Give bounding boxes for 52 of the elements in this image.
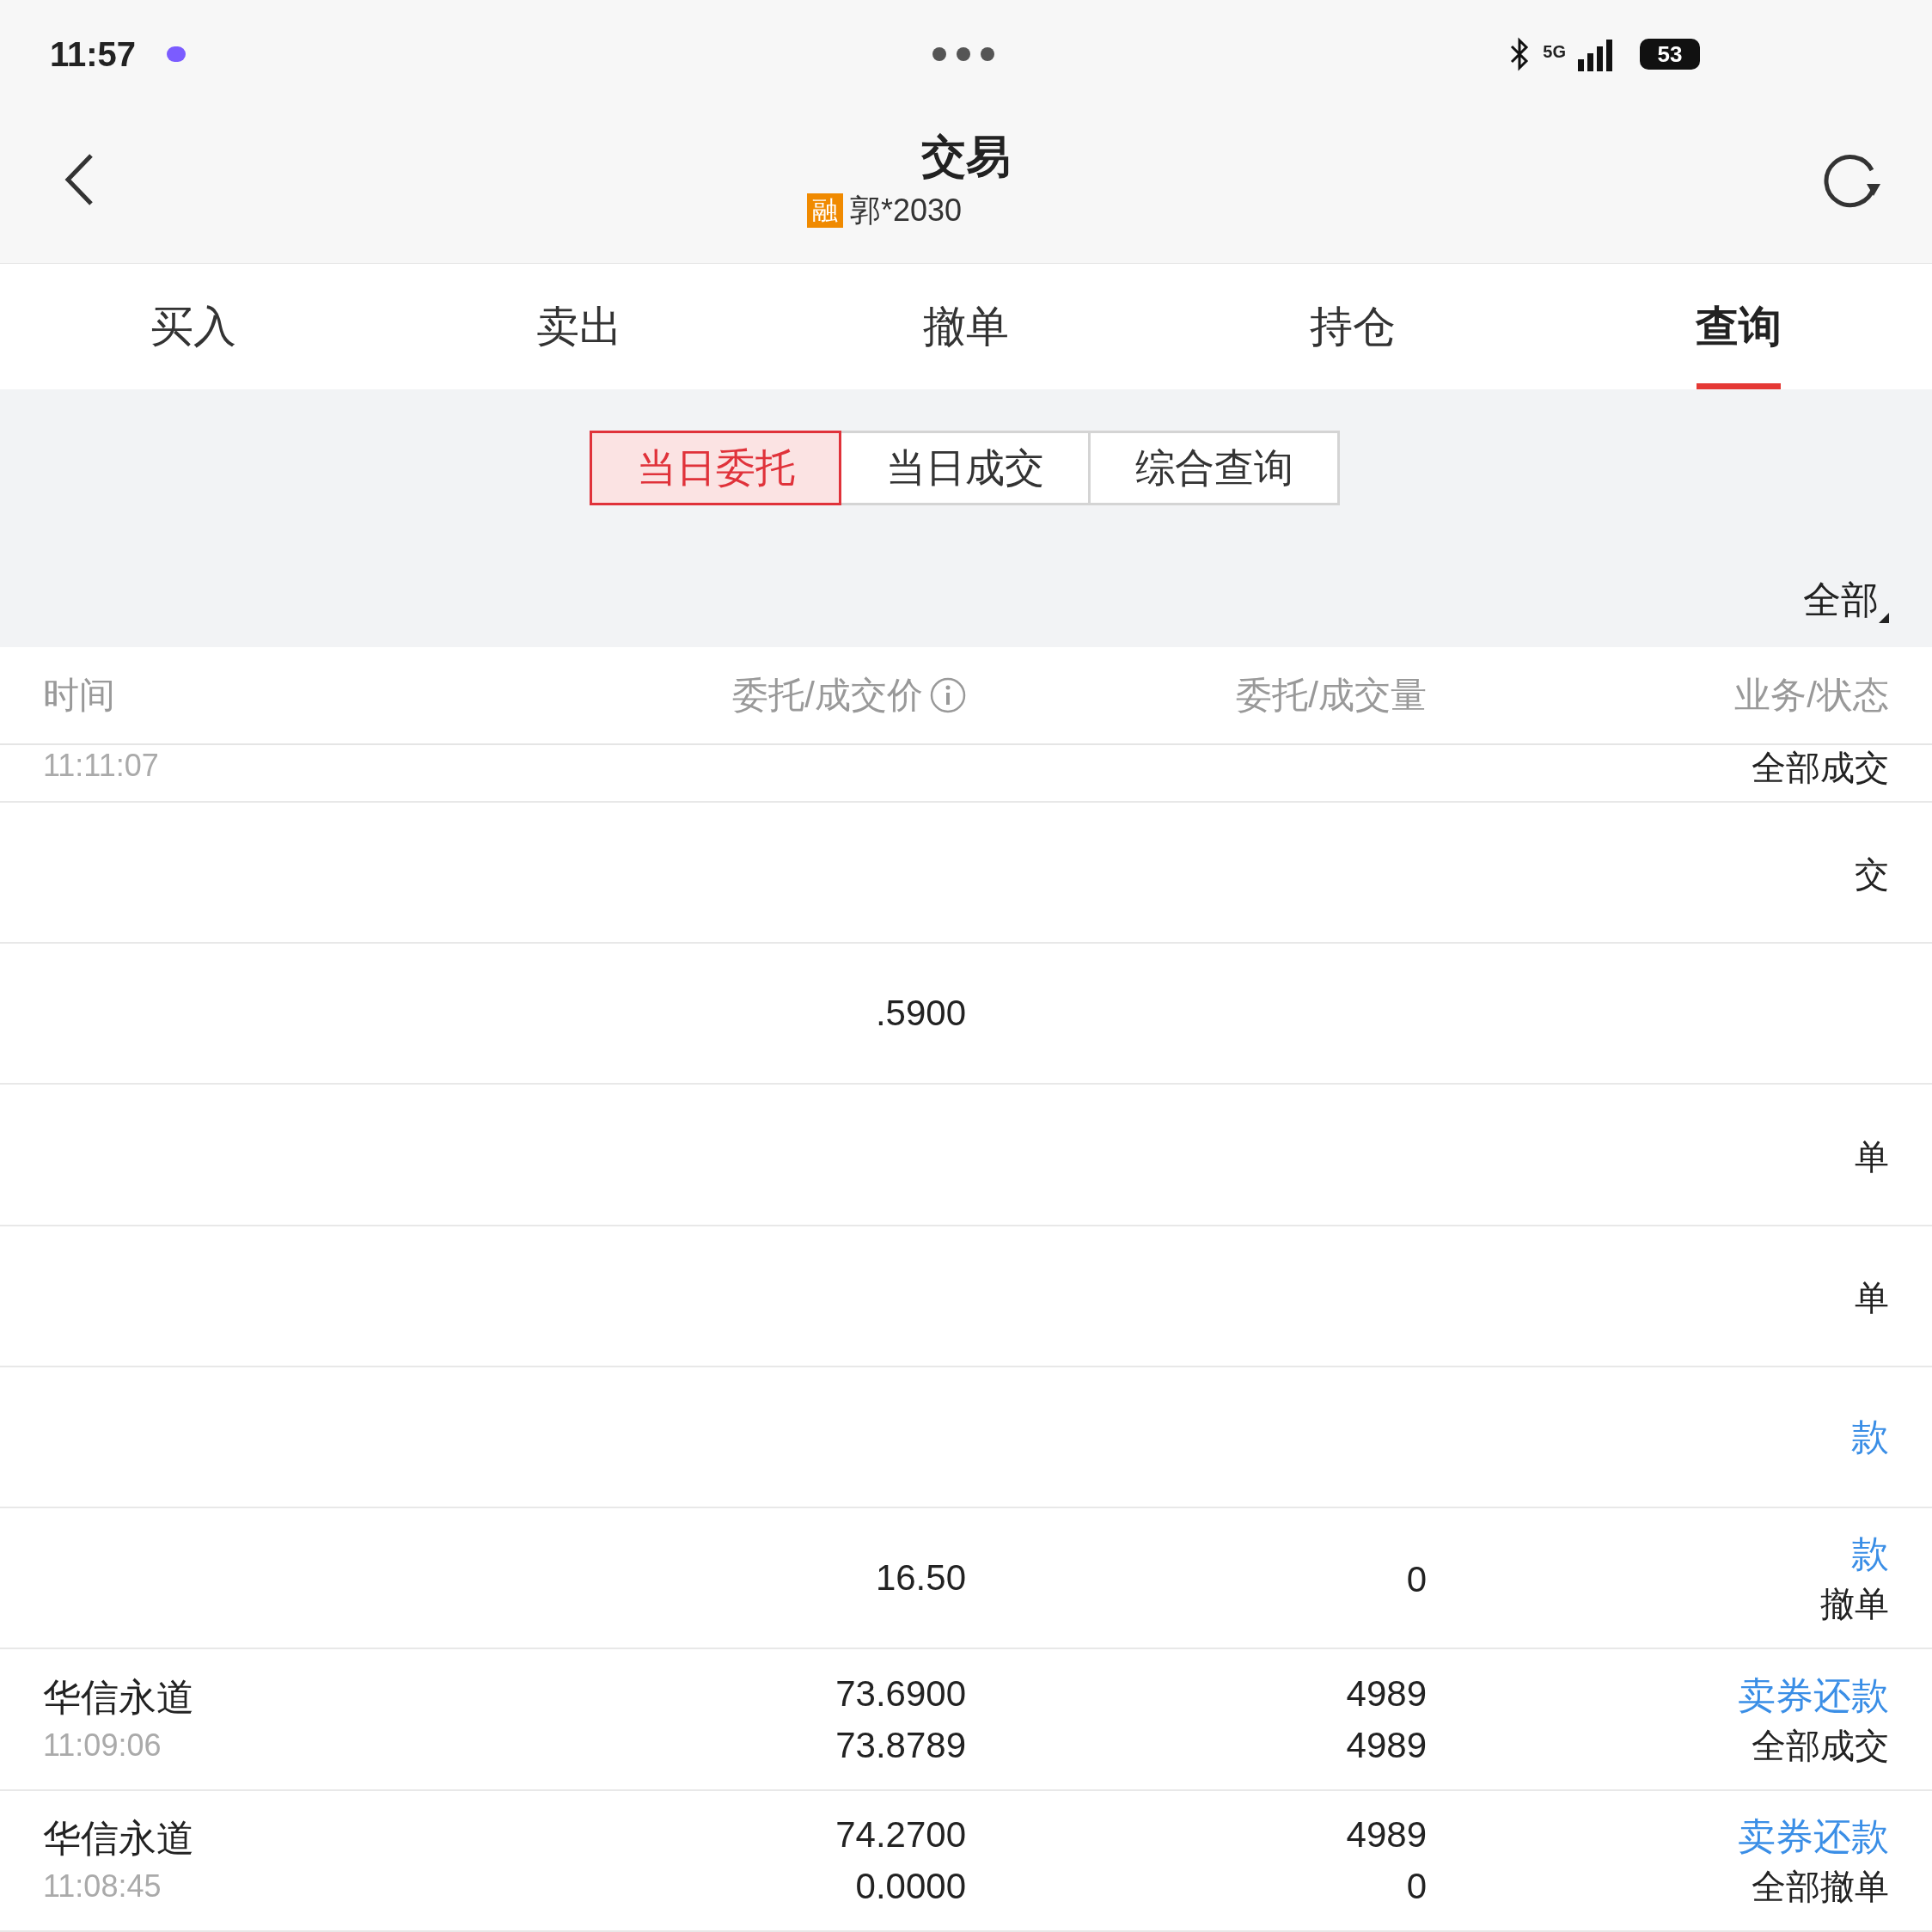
order-time: 11:08:45 bbox=[43, 1867, 162, 1905]
order-status: 交 bbox=[1855, 854, 1889, 895]
business-type: 款 bbox=[1851, 1415, 1889, 1460]
tab[interactable]: 查询 bbox=[1545, 264, 1932, 390]
business-type: 款 bbox=[1851, 1532, 1889, 1577]
order-status: 单 bbox=[1855, 1277, 1889, 1318]
deal-quantity: 4989 bbox=[1346, 1723, 1427, 1767]
order-time: 11:11:07 bbox=[43, 746, 159, 785]
order-time: 11:09:06 bbox=[43, 1726, 162, 1764]
column-header: 委托/成交价 bbox=[732, 674, 923, 718]
order-price: .5900 bbox=[875, 992, 966, 1036]
deal-price: 0.0000 bbox=[855, 1864, 966, 1908]
network-label: 5G bbox=[1543, 41, 1566, 63]
order-status: 全部成交 bbox=[1752, 747, 1889, 788]
tab[interactable]: 撤单 bbox=[773, 264, 1159, 390]
info-icon[interactable] bbox=[930, 676, 966, 713]
order-price: 73.6900 bbox=[835, 1672, 966, 1715]
order-status: 单 bbox=[1855, 1136, 1889, 1177]
segment-tab[interactable]: 当日委托 bbox=[590, 431, 841, 506]
tab[interactable]: 持仓 bbox=[1159, 264, 1546, 390]
order-price: 16.50 bbox=[875, 1556, 966, 1600]
column-header: 业务/状态 bbox=[1733, 674, 1889, 718]
order-quantity: 4989 bbox=[1346, 1813, 1427, 1856]
battery-indicator: 53 bbox=[1640, 39, 1700, 70]
order-price: 74.2700 bbox=[835, 1813, 966, 1856]
segment-tab[interactable]: 综合查询 bbox=[1088, 431, 1340, 506]
more-icon[interactable] bbox=[932, 47, 994, 61]
tab[interactable]: 卖出 bbox=[386, 264, 773, 390]
dropdown-corner-icon bbox=[1879, 613, 1889, 624]
status-app-icon bbox=[167, 46, 186, 62]
page-title: 交易 bbox=[921, 131, 1011, 182]
order-quantity: 4989 bbox=[1346, 1672, 1427, 1715]
order-status: 全部成交 bbox=[1752, 1725, 1889, 1766]
deal-quantity: 0 bbox=[1406, 1558, 1427, 1602]
account-number: 郭*2030 bbox=[849, 192, 963, 229]
stock-name: 华信永道 bbox=[43, 1674, 194, 1720]
column-header: 时间 bbox=[43, 674, 116, 718]
order-status: 全部撤单 bbox=[1752, 1866, 1889, 1907]
status-time: 11:57 bbox=[50, 34, 137, 75]
column-header: 委托/成交量 bbox=[1235, 674, 1427, 718]
margin-badge: 融 bbox=[806, 193, 843, 228]
order-status: 撤单 bbox=[1820, 1584, 1889, 1625]
segment-tab[interactable]: 当日成交 bbox=[839, 431, 1091, 506]
deal-price: 73.8789 bbox=[835, 1723, 966, 1767]
signal-icon bbox=[1578, 37, 1614, 71]
stock-name: 华信永道 bbox=[43, 1815, 194, 1861]
filter-dropdown[interactable]: 全部 bbox=[1803, 572, 1889, 629]
tab[interactable]: 买入 bbox=[0, 264, 387, 390]
business-type: 卖券还款 bbox=[1738, 1672, 1889, 1718]
business-type: 卖券还款 bbox=[1738, 1813, 1889, 1859]
deal-quantity: 0 bbox=[1406, 1864, 1427, 1908]
back-icon[interactable] bbox=[64, 153, 95, 206]
